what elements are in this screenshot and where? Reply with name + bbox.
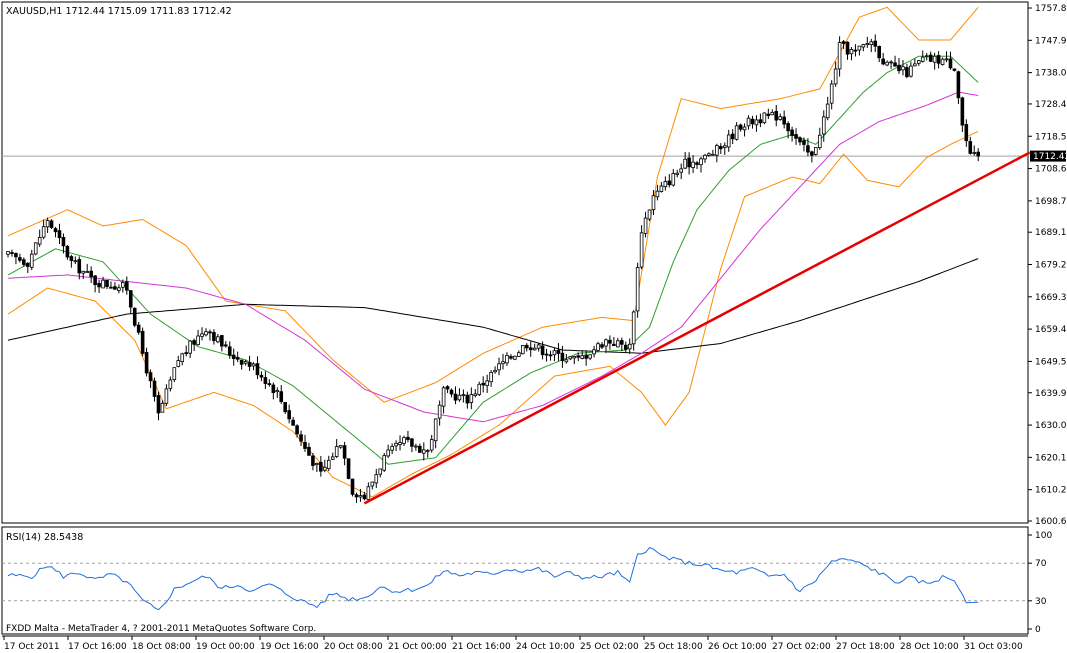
price-tick-label: 1639.90 [1035,389,1067,399]
candle [814,147,818,156]
time-tick-label: 20 Oct 08:00 [324,642,383,652]
price-tick-label: 1738.00 [1035,69,1067,79]
price-tick-label: 1679.20 [1035,261,1067,271]
time-tick-label: 19 Oct 00:00 [196,642,255,652]
time-tick-label: 28 Oct 10:00 [900,642,959,652]
candle [346,458,351,480]
time-tick-label: 31 Oct 03:00 [964,642,1023,652]
chart-header: XAUUSD,H1 1712.44 1715.09 1711.83 1712.4… [6,6,232,17]
rsi-header: RSI(14) 28.5438 [6,532,83,543]
price-panel-frame [1,1,1029,524]
price-tick-label: 1689.10 [1035,228,1067,238]
time-tick-label: 25 Oct 18:00 [644,642,703,652]
time-tick-label: 17 Oct 2011 [4,642,60,652]
candle [762,112,767,125]
candle [635,262,640,318]
rsi-tick-label: 30 [1035,597,1047,607]
rsi-tick-label: 0 [1035,625,1041,635]
price-panel[interactable]: 1757.80 1747.90 1738.00 1728.40 1718.50 1708.… [1,1,1067,527]
copyright-text: FXDD Malta - MetaTrader 4, ? 2001-2011 M… [6,624,316,634]
candle [172,367,177,383]
price-tick-label: 1649.50 [1035,357,1067,367]
candle [647,209,652,222]
rsi-tick-label: 100 [1035,531,1052,541]
candle [140,327,145,357]
candle [513,355,517,361]
current-price-tag: 1712.42 [1030,150,1067,162]
price-tick-label: 1718.50 [1035,132,1067,142]
price-tick-label: 1610.20 [1035,486,1067,496]
mt4-chart-window[interactable]: 1757.80 1747.90 1738.00 1728.40 1718.50 1708.… [0,0,1067,653]
candle [350,478,355,497]
time-tick-label: 19 Oct 16:00 [260,642,319,652]
price-tick-label: 1747.90 [1035,36,1067,46]
candle [132,307,137,328]
time-tick-label: 21 Oct 16:00 [452,642,511,652]
price-tick-label: 1757.80 [1035,4,1067,14]
rsi-panel-frame [1,526,1029,635]
candle [382,452,386,473]
candle [521,344,525,355]
time-tick-label: 27 Oct 02:00 [772,642,831,652]
price-tick-label: 1659.40 [1035,325,1067,335]
price-tick-label: 1698.70 [1035,197,1067,207]
price-tick-label: 1630.00 [1035,421,1067,431]
price-tick-label: 1708.60 [1035,165,1067,175]
time-tick-label: 25 Oct 02:00 [580,642,639,652]
price-tick-label: 1620.10 [1035,453,1067,463]
price-tick-label: 1728.40 [1035,100,1067,110]
price-tick-label: 1600.60 [1035,517,1067,527]
price-tick-label: 1669.30 [1035,293,1067,303]
rsi-tick-label: 70 [1035,559,1047,569]
current-price-label: 1712.42 [1033,152,1067,162]
candle [33,242,38,256]
rsi-panel[interactable]: 100 70 30 0 RSI(14) 28.5438 FXDD Malta - Me… [1,526,1052,635]
time-tick-label: 17 Oct 16:00 [68,642,127,652]
time-tick-label: 21 Oct 00:00 [388,642,447,652]
time-tick-label: 27 Oct 18:00 [836,642,895,652]
time-tick-label: 18 Oct 08:00 [132,642,191,652]
candle [49,219,54,229]
time-tick-label: 24 Oct 10:00 [516,642,575,652]
time-tick-label: 26 Oct 10:00 [708,642,767,652]
